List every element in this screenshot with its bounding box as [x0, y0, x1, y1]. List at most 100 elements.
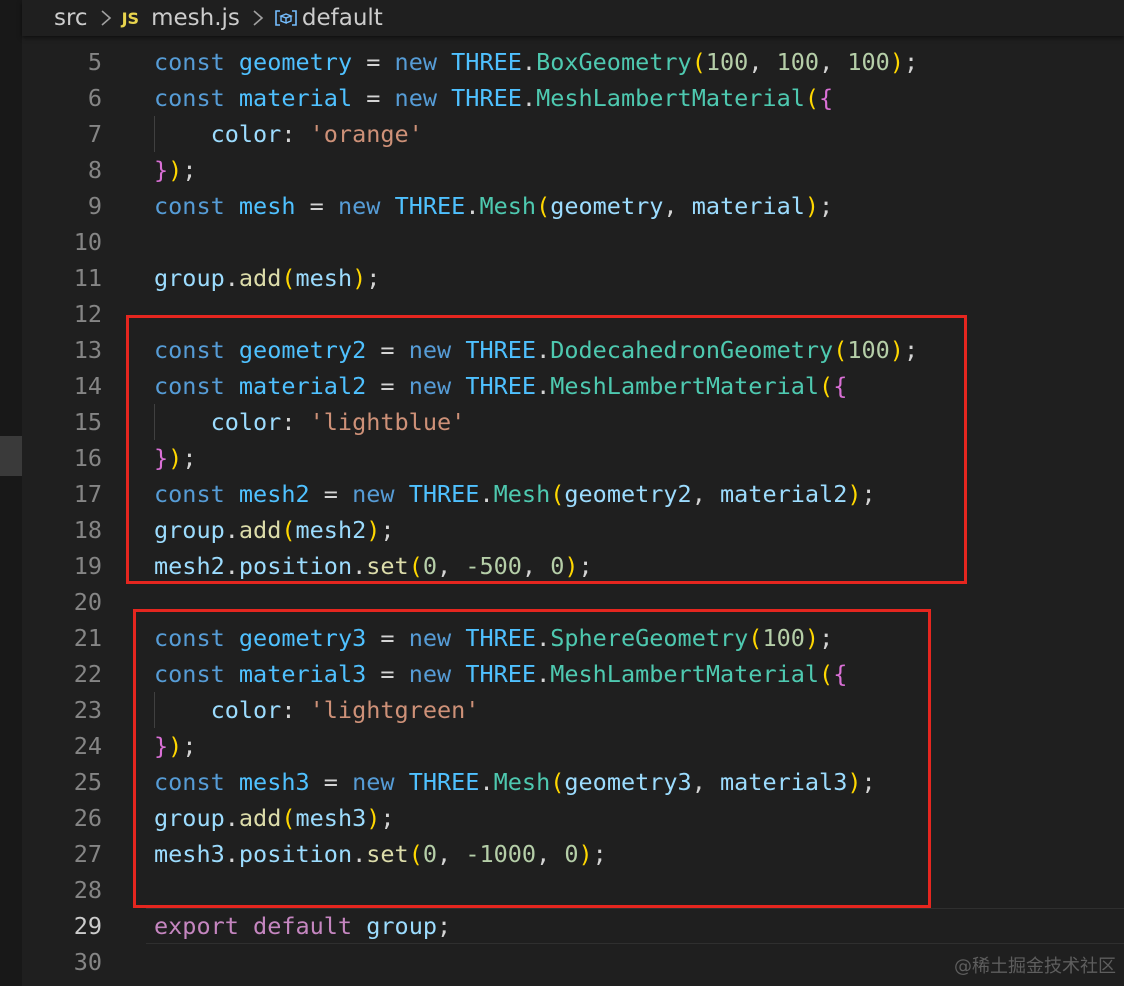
code-token: ( [804, 84, 820, 112]
code-token: const [154, 48, 225, 76]
code-token: material [691, 192, 805, 220]
code-token: 100 [776, 48, 820, 76]
code-line[interactable]: 11 group.add(mesh); [22, 260, 1124, 296]
breadcrumb-file[interactable]: mesh.js [151, 5, 240, 31]
code-token: color [210, 120, 282, 148]
code-line[interactable]: 29 export default group; [22, 908, 1124, 944]
scroll-marker [0, 436, 22, 476]
line-number: 19 [73, 552, 102, 580]
line-number: 15 [73, 408, 102, 436]
code-token: 'orange' [309, 120, 423, 148]
code-text: export default group; [154, 908, 451, 944]
activity-strip [0, 0, 22, 986]
code-token: . [465, 192, 480, 220]
line-number: 16 [73, 444, 102, 472]
line-number: 20 [73, 588, 102, 616]
code-token: add [238, 264, 282, 292]
code-token: THREE [394, 192, 466, 220]
line-number: 28 [73, 876, 102, 904]
line-number: 21 [73, 624, 102, 652]
line-number: 6 [87, 84, 102, 112]
code-token: . [521, 84, 537, 112]
line-number: 23 [73, 696, 102, 724]
code-text: const material = new THREE.MeshLambertMa… [154, 80, 833, 116]
code-token: new [337, 192, 381, 220]
code-line[interactable]: 6 const material = new THREE.MeshLambertM… [22, 80, 1124, 116]
code-token: ( [281, 264, 296, 292]
code-token: group [366, 912, 437, 940]
code-token: ) [889, 48, 904, 76]
line-number: 12 [73, 300, 102, 328]
line-number: 30 [73, 948, 102, 976]
code-text: color: 'orange' [154, 116, 423, 152]
code-token: const [154, 192, 225, 220]
line-number: 18 [73, 516, 102, 544]
code-token: ; [819, 192, 834, 220]
code-token: ( [536, 192, 551, 220]
code-token: mesh [238, 192, 296, 220]
line-number: 13 [73, 336, 102, 364]
line-number: 9 [87, 192, 102, 220]
code-token: ; [903, 48, 919, 76]
breadcrumb-folder[interactable]: src [54, 5, 88, 31]
code-token: THREE [451, 84, 522, 112]
line-number: 27 [73, 840, 102, 868]
code-token: BoxGeometry [536, 48, 692, 76]
code-text: group.add(mesh); [154, 260, 380, 296]
chevron-right-icon [100, 8, 112, 28]
watermark: @稀土掘金技术社区 [954, 956, 1116, 977]
code-line[interactable]: 5 const geometry = new THREE.BoxGeometry(… [22, 44, 1124, 80]
line-number: 29 [73, 912, 102, 940]
line-number: 25 [73, 768, 102, 796]
code-editor[interactable]: 5 const geometry = new THREE.BoxGeometry(… [22, 36, 1124, 986]
code-token: ) [804, 192, 820, 220]
code-line[interactable]: 8}); [22, 152, 1124, 188]
code-token: 100 [847, 48, 890, 76]
line-number: 8 [87, 156, 102, 184]
code-token: = [352, 84, 395, 112]
code-token: geometry [238, 48, 353, 76]
code-token: new [394, 84, 437, 112]
variable-symbol-icon [274, 8, 298, 28]
code-token: } [154, 156, 169, 184]
code-line[interactable]: 9 const mesh = new THREE.Mesh(geometry, m… [22, 188, 1124, 224]
code-token: . [521, 48, 537, 76]
line-number: 14 [73, 372, 102, 400]
code-token: MeshLambertMaterial [536, 84, 805, 112]
annotation-box-dodecahedron [126, 315, 967, 584]
line-number: 11 [73, 264, 102, 292]
code-token: : [281, 120, 310, 148]
code-token: = [295, 192, 338, 220]
code-text: const mesh = new THREE.Mesh(geometry, ma… [154, 188, 833, 224]
code-token: const [154, 84, 225, 112]
code-token: , [748, 48, 777, 76]
code-line[interactable]: 7 color: 'orange' [22, 116, 1124, 152]
code-token: ) [352, 264, 367, 292]
annotation-box-sphere [133, 609, 931, 908]
code-token: ; [437, 912, 452, 940]
code-token: Mesh [479, 192, 537, 220]
breadcrumb-symbol[interactable]: default [302, 5, 383, 31]
code-token: export [154, 912, 239, 940]
code-token: , [819, 48, 848, 76]
code-token: default [253, 912, 353, 940]
code-token: ( [691, 48, 706, 76]
code-line[interactable]: 10 [22, 224, 1124, 260]
line-number: 17 [73, 480, 102, 508]
code-token: material [238, 84, 353, 112]
code-token: mesh [295, 264, 353, 292]
code-text: }); [154, 152, 196, 188]
line-number: 10 [73, 228, 102, 256]
code-token: geometry [550, 192, 664, 220]
breadcrumb: src JS mesh.js default [22, 0, 1124, 36]
code-token: ; [182, 156, 197, 184]
line-number: 22 [73, 660, 102, 688]
